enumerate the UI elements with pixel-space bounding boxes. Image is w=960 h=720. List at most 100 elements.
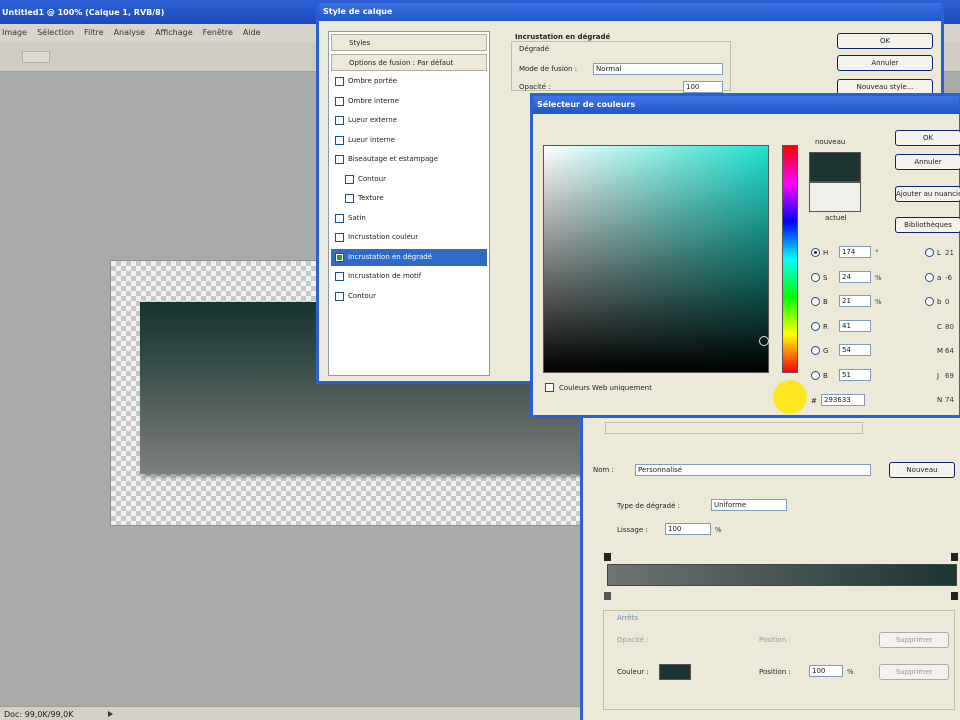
stop-opacity-label: Opacité : bbox=[617, 636, 649, 644]
smoothness-field[interactable]: 100 bbox=[665, 523, 711, 535]
menu-item[interactable]: Filtre bbox=[84, 28, 104, 37]
color-channel-label: G bbox=[823, 347, 829, 355]
menu-item[interactable]: Affichage bbox=[155, 28, 193, 37]
blend-mode-select[interactable]: Normal bbox=[593, 63, 723, 75]
ok-button[interactable]: OK bbox=[837, 33, 933, 49]
stops-group bbox=[603, 610, 955, 710]
menu-item[interactable]: Sélection bbox=[37, 28, 74, 37]
stop-opacity-position-label: Position : bbox=[759, 636, 791, 644]
style-item[interactable]: Biseautage et estampage bbox=[331, 151, 487, 168]
style-checkbox[interactable] bbox=[345, 194, 354, 203]
blend-options-item[interactable]: Options de fusion : Par défaut bbox=[331, 54, 487, 71]
style-checkbox[interactable] bbox=[335, 96, 344, 106]
style-checkbox[interactable] bbox=[335, 291, 344, 301]
menu-item[interactable]: Aide bbox=[243, 28, 261, 37]
color-mode-radio[interactable] bbox=[925, 248, 934, 257]
style-item[interactable]: Lueur interne bbox=[331, 132, 487, 149]
style-checkbox[interactable] bbox=[335, 116, 344, 125]
style-item[interactable]: Ombre portée bbox=[331, 73, 487, 90]
styles-header[interactable]: Styles bbox=[331, 34, 487, 51]
gradient-type-select[interactable]: Uniforme bbox=[711, 499, 787, 511]
color-channel-field[interactable]: 51 bbox=[839, 368, 871, 381]
color-mode-radio[interactable] bbox=[925, 297, 934, 306]
stops-title: Arrêts bbox=[617, 614, 638, 622]
style-item[interactable]: Ombre interne bbox=[331, 93, 487, 110]
stop-color-position-field[interactable]: 100 bbox=[809, 665, 843, 677]
color-channel-label: B bbox=[823, 298, 828, 306]
color-mode-radio[interactable] bbox=[811, 370, 820, 380]
style-checkbox[interactable] bbox=[335, 135, 344, 145]
color-channel-field[interactable]: 174 bbox=[839, 246, 871, 258]
color-field-marker[interactable] bbox=[759, 336, 769, 346]
picker-cancel-button[interactable]: Annuler bbox=[895, 154, 960, 170]
new-color-swatch bbox=[809, 152, 861, 182]
style-item[interactable]: Incrustation en dégradé bbox=[331, 248, 487, 266]
opacity-field[interactable]: 100 bbox=[683, 81, 723, 93]
style-item[interactable]: Contour bbox=[331, 171, 487, 188]
color-stop-left[interactable] bbox=[604, 592, 611, 600]
style-label: Ombre portée bbox=[348, 77, 397, 85]
color-mode-radio[interactable] bbox=[811, 272, 820, 282]
style-checkbox[interactable] bbox=[335, 155, 344, 164]
gradient-editor-dialog: Nom : Personnalisé Nouveau Type de dégra… bbox=[580, 410, 960, 720]
color-mode-radio[interactable] bbox=[925, 272, 934, 282]
style-label: Incrustation couleur bbox=[348, 233, 419, 241]
options-field[interactable] bbox=[22, 51, 50, 63]
color-libraries-button[interactable]: Bibliothèques bbox=[895, 217, 960, 233]
new-gradient-button[interactable]: Nouveau bbox=[889, 462, 955, 478]
mouse-cursor-highlight bbox=[773, 380, 807, 414]
color-channel-field[interactable]: 21 bbox=[839, 295, 871, 307]
color-mode-radio[interactable] bbox=[811, 346, 820, 355]
hue-slider[interactable] bbox=[782, 145, 798, 373]
stop-color-swatch[interactable] bbox=[659, 664, 691, 680]
color-mode-radio[interactable] bbox=[811, 248, 820, 257]
delete-color-stop-button[interactable]: Supprimer bbox=[879, 664, 949, 680]
web-colors-checkbox[interactable] bbox=[545, 383, 554, 392]
delete-opacity-stop-button[interactable]: Supprimer bbox=[879, 632, 949, 648]
color-stop-right[interactable] bbox=[951, 592, 958, 600]
color-channel-value: 0 bbox=[945, 298, 950, 306]
style-item[interactable]: Incrustation couleur bbox=[331, 229, 487, 246]
style-label: Lueur externe bbox=[348, 116, 397, 124]
color-mode-radio[interactable] bbox=[811, 297, 820, 306]
hex-field[interactable]: 293633 bbox=[821, 394, 865, 406]
picker-ok-button[interactable]: OK bbox=[895, 130, 960, 146]
channel-unit: % bbox=[875, 298, 882, 306]
section-title: Incrustation en dégradé bbox=[515, 33, 611, 41]
add-to-swatches-button[interactable]: Ajouter au nuancier bbox=[895, 186, 960, 202]
color-channel-label: R bbox=[823, 322, 828, 331]
opacity-stop-right[interactable] bbox=[951, 553, 958, 561]
style-checkbox[interactable] bbox=[335, 213, 344, 223]
style-checkbox[interactable] bbox=[345, 174, 354, 184]
style-checkbox[interactable] bbox=[335, 77, 344, 86]
color-picker-title: Sélecteur de couleurs bbox=[533, 96, 959, 114]
color-channel-field[interactable]: 24 bbox=[839, 270, 871, 283]
style-checkbox[interactable] bbox=[335, 272, 344, 281]
opacity-stop-left[interactable] bbox=[604, 553, 611, 561]
cancel-button[interactable]: Annuler bbox=[837, 55, 933, 71]
status-menu-icon[interactable] bbox=[106, 710, 116, 718]
menu-item[interactable]: Image bbox=[2, 28, 27, 37]
style-item[interactable]: Incrustation de motif bbox=[331, 268, 487, 285]
color-channel-field[interactable]: 41 bbox=[839, 319, 871, 332]
current-color-swatch[interactable] bbox=[809, 182, 861, 212]
gradient-preview-bar[interactable] bbox=[607, 564, 957, 586]
color-channel-field[interactable]: 54 bbox=[839, 344, 871, 356]
new-color-label: nouveau bbox=[815, 138, 846, 146]
web-colors-label: Couleurs Web uniquement bbox=[559, 384, 652, 392]
style-checkbox[interactable] bbox=[335, 233, 344, 242]
style-item[interactable]: Texture bbox=[331, 190, 487, 207]
style-item[interactable]: Satin bbox=[331, 210, 487, 227]
style-item[interactable]: Lueur externe bbox=[331, 112, 487, 129]
menu-item[interactable]: Analyse bbox=[114, 28, 146, 37]
style-item[interactable]: Contour bbox=[331, 288, 487, 305]
color-picker-dialog: Sélecteur de couleurs nouveau actuel OK … bbox=[530, 93, 960, 418]
color-mode-radio[interactable] bbox=[811, 321, 820, 331]
menu-item[interactable]: Fenêtre bbox=[203, 28, 233, 37]
status-bar: Doc: 99,0K/99,0K bbox=[0, 706, 600, 720]
stop-color-position-label: Position : bbox=[759, 668, 791, 676]
name-label: Nom : bbox=[593, 466, 614, 474]
style-checkbox[interactable] bbox=[335, 252, 344, 262]
color-field[interactable] bbox=[543, 145, 769, 373]
gradient-name-field[interactable]: Personnalisé bbox=[635, 464, 871, 476]
